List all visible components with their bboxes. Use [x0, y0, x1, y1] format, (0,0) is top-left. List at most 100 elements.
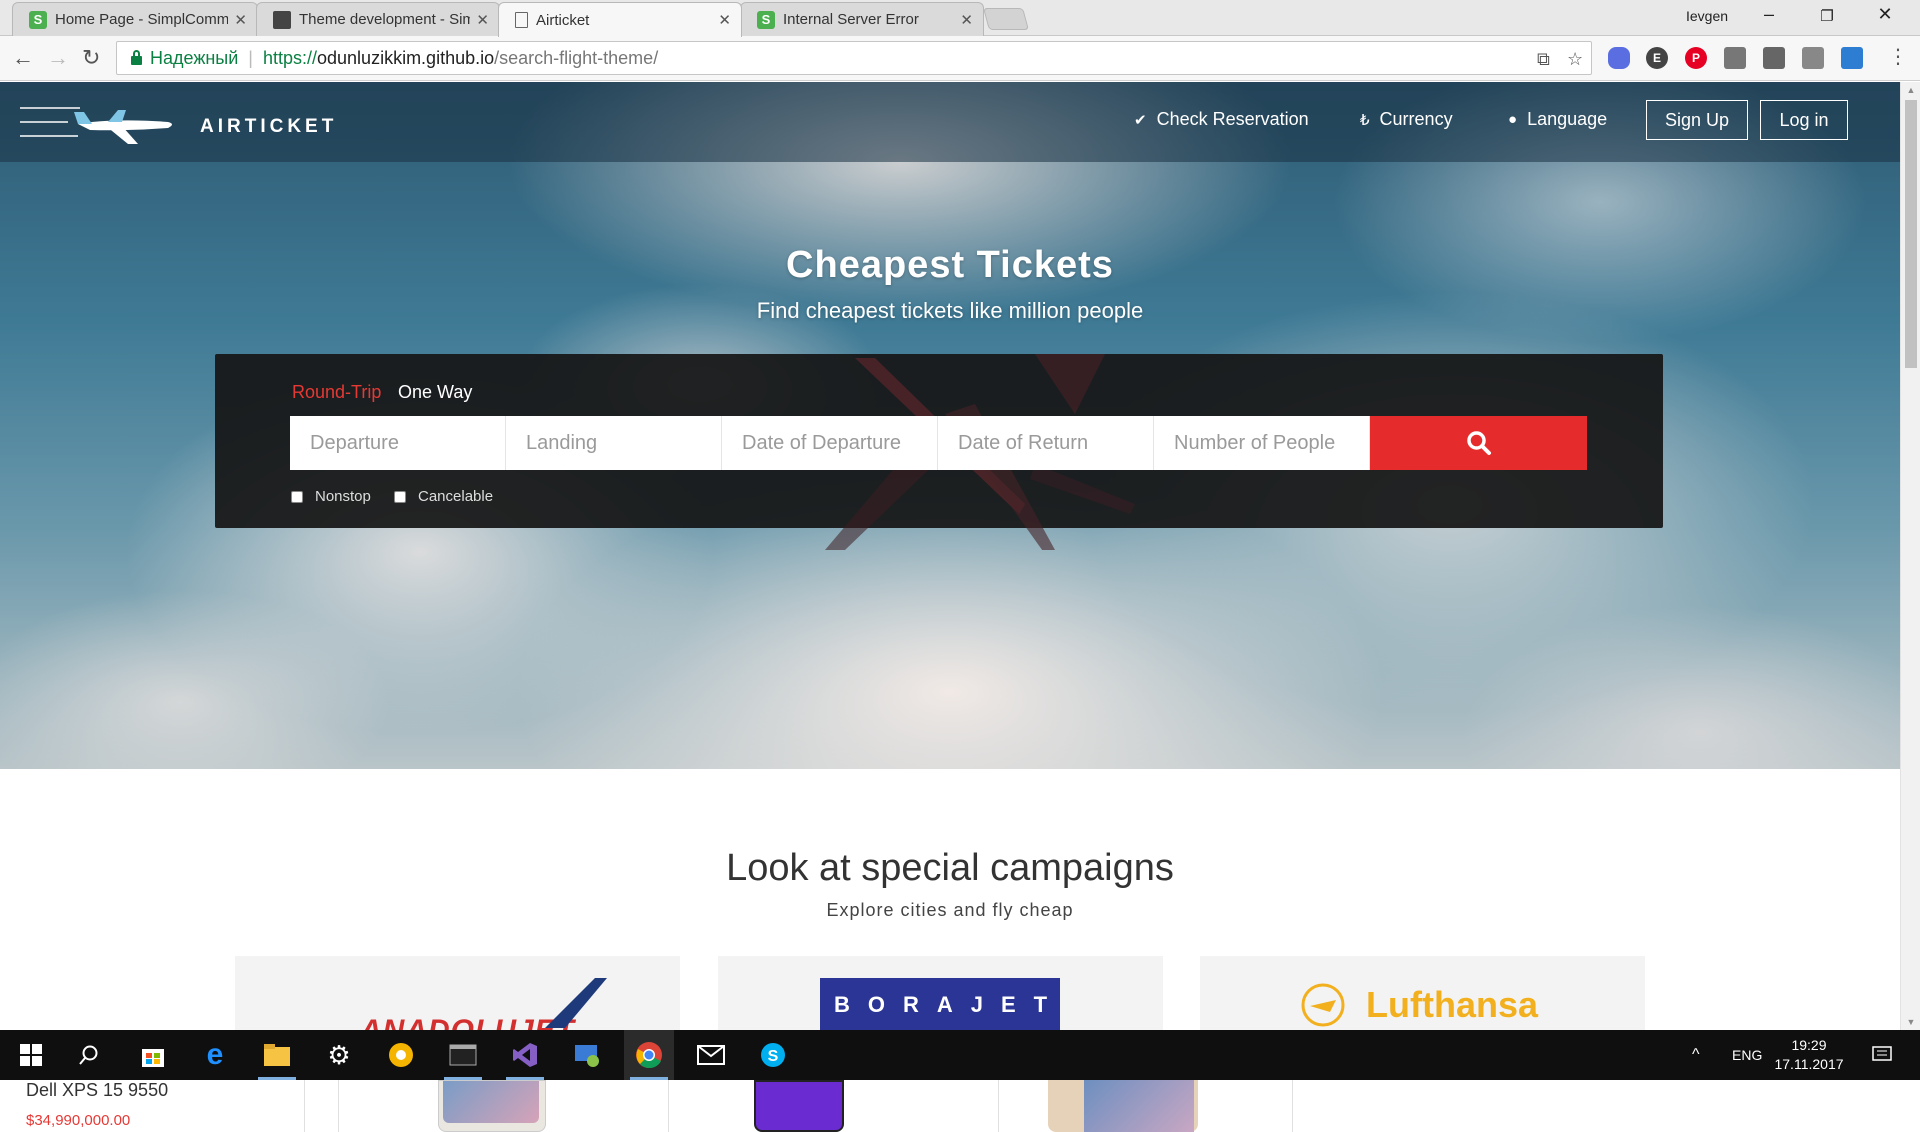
edge-icon[interactable]: e — [190, 1030, 240, 1080]
one-way-tab[interactable]: One Way — [398, 382, 472, 403]
hero-subtitle: Find cheapest tickets like million peopl… — [756, 298, 1144, 323]
back-icon[interactable]: ← — [12, 45, 34, 71]
currency-icon: ₺ — [1360, 111, 1370, 129]
windows-start-icon[interactable] — [6, 1030, 56, 1080]
close-icon[interactable]: ✕ — [476, 11, 489, 29]
tab-title: Home Page - SimplCommerce — [55, 11, 229, 28]
landing-input[interactable]: Landing — [506, 416, 722, 470]
nonstop-checkbox[interactable] — [291, 490, 303, 503]
round-trip-tab[interactable]: Round-Trip — [292, 382, 381, 403]
airplane-logo-icon[interactable] — [18, 98, 178, 146]
lufthansa-logo: Lufthansa — [1366, 984, 1539, 1025]
product-title[interactable]: Dell XPS 15 9550 — [26, 1080, 168, 1101]
scroll-up-icon[interactable]: ▲ — [1901, 85, 1920, 95]
url-host: odunluzikkim.github.io — [317, 47, 495, 68]
chrome-canary-icon[interactable] — [376, 1030, 426, 1080]
site-header: AIRTICKET ✔ Check Reservation ₺ Currency… — [0, 82, 1900, 162]
product-price: $34,990,000.00 — [26, 1112, 131, 1129]
remote-desktop-icon[interactable] — [562, 1030, 612, 1080]
action-center-icon[interactable] — [1872, 1030, 1892, 1080]
reload-icon[interactable]: ↻ — [82, 45, 100, 71]
tab-internal-server-error[interactable]: S Internal Server Error ✕ — [740, 2, 984, 36]
check-reservation-link[interactable]: ✔ Check Reservation — [1134, 109, 1309, 130]
flight-search-panel: Round-Trip One Way Departure Landing Dat… — [215, 354, 1663, 550]
anadolujet-tail-icon — [545, 978, 607, 1028]
mail-icon[interactable] — [686, 1030, 736, 1080]
simplcommerce-icon: S — [29, 10, 47, 29]
tray-expand-icon[interactable]: ^ — [1692, 1030, 1700, 1080]
search-fields: Departure Landing Date of Departure Date… — [290, 416, 1587, 470]
settings-gear-icon[interactable]: ⚙ — [314, 1030, 364, 1080]
restore-icon[interactable]: ❐ — [1812, 7, 1842, 25]
pinterest-icon[interactable]: P — [1685, 47, 1707, 69]
book-icon — [273, 10, 291, 29]
search-button[interactable] — [1370, 416, 1587, 470]
screenshot-extension-icon[interactable] — [1763, 47, 1785, 69]
skype-icon[interactable]: S — [748, 1030, 798, 1080]
bookmark-star-icon[interactable]: ☆ — [1567, 49, 1583, 70]
search-icon[interactable] — [64, 1030, 114, 1080]
rss-extension-icon[interactable] — [1724, 47, 1746, 69]
briefcase-extension-icon[interactable] — [1802, 47, 1824, 69]
scroll-down-icon[interactable]: ▼ — [1901, 1017, 1920, 1027]
system-clock[interactable]: 19:29 17.11.2017 — [1764, 1036, 1854, 1074]
currency-label: Currency — [1379, 109, 1453, 129]
address-bar[interactable]: Надежный | https:// odunluzikkim.github.… — [116, 41, 1592, 75]
window-close-icon[interactable]: ✕ — [1870, 4, 1900, 25]
menu-icon[interactable]: ⋮ — [1888, 44, 1908, 70]
chrome-icon[interactable] — [624, 1030, 674, 1080]
page-scrollbar[interactable]: ▲ ▼ — [1900, 82, 1920, 1030]
tab-theme-development[interactable]: Theme development - SimplCommerce ✕ — [256, 2, 500, 36]
new-tab-button[interactable] — [983, 8, 1029, 30]
tab-title: Airticket — [536, 11, 590, 29]
tab-airticket[interactable]: Airticket ✕ — [498, 2, 742, 37]
lock-icon — [131, 49, 142, 65]
forward-icon[interactable]: → — [47, 45, 69, 71]
url-scheme: https:// — [262, 47, 318, 68]
cloud-extension-icon[interactable] — [1608, 47, 1630, 69]
svg-text:S: S — [768, 1048, 779, 1065]
brand-name[interactable]: AIRTICKET — [200, 116, 337, 138]
currency-link[interactable]: ₺ Currency — [1360, 109, 1453, 130]
product-image[interactable] — [754, 1080, 844, 1132]
departure-input[interactable]: Departure — [290, 416, 506, 470]
divider — [998, 1080, 999, 1132]
campaign-card-borajet[interactable]: BORAJET — [718, 956, 1163, 1030]
nonstop-option[interactable]: Nonstop — [291, 488, 371, 505]
log-in-button[interactable]: Log in — [1760, 100, 1848, 140]
vs-extension-icon[interactable] — [1841, 47, 1863, 69]
close-icon[interactable]: ✕ — [718, 11, 731, 29]
translate-icon[interactable]: ⧉ — [1537, 49, 1550, 70]
divider — [1292, 1080, 1293, 1132]
scroll-thumb[interactable] — [1905, 100, 1917, 368]
number-of-people-input[interactable]: Number of People — [1154, 416, 1370, 470]
tab-home-page[interactable]: S Home Page - SimplCommerce ✕ — [12, 2, 258, 36]
sign-up-button[interactable]: Sign Up — [1646, 100, 1748, 140]
language-link[interactable]: ● Language — [1508, 109, 1607, 130]
campaign-card-anadolujet[interactable]: ANADOLUJET — [235, 956, 680, 1030]
campaigns-title: Look at special campaigns — [726, 847, 1174, 889]
product-image[interactable] — [438, 1080, 546, 1132]
page-viewport: AIRTICKET ✔ Check Reservation ₺ Currency… — [0, 82, 1900, 1030]
extension-e-icon[interactable]: E — [1646, 47, 1668, 69]
visual-studio-icon[interactable] — [500, 1030, 550, 1080]
campaign-card-lufthansa[interactable]: Lufthansa — [1200, 956, 1645, 1030]
file-explorer-icon[interactable] — [252, 1030, 302, 1080]
divider — [668, 1080, 669, 1132]
input-language[interactable]: ENG — [1732, 1030, 1762, 1080]
cancelable-option[interactable]: Cancelable — [394, 488, 493, 505]
terminal-icon[interactable] — [438, 1030, 488, 1080]
page-icon — [515, 12, 528, 28]
product-image[interactable] — [1048, 1080, 1198, 1132]
borajet-logo: BORAJET — [820, 978, 1060, 1030]
minimize-icon[interactable]: – — [1754, 4, 1784, 25]
clock-time: 19:29 — [1791, 1037, 1827, 1053]
close-icon[interactable]: ✕ — [960, 11, 973, 29]
store-icon[interactable] — [128, 1030, 178, 1080]
profile-name[interactable]: Ievgen — [1686, 8, 1728, 24]
date-of-departure-input[interactable]: Date of Departure — [722, 416, 938, 470]
cancelable-checkbox[interactable] — [394, 490, 406, 503]
check-reservation-label: Check Reservation — [1156, 109, 1309, 129]
date-of-return-input[interactable]: Date of Return — [938, 416, 1154, 470]
close-icon[interactable]: ✕ — [234, 11, 247, 29]
